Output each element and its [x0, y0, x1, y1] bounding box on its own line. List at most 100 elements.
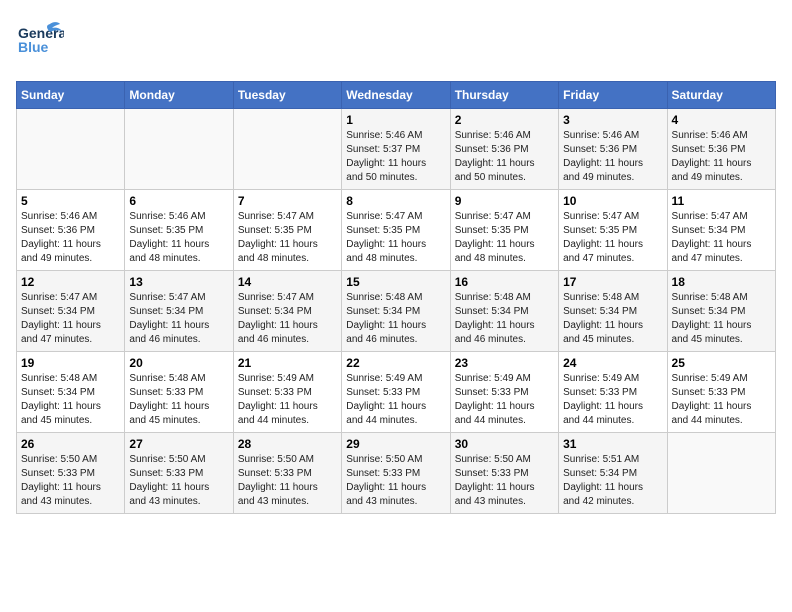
calendar-cell: 16 Sunrise: 5:48 AM Sunset: 5:34 PM Dayli… — [450, 271, 558, 352]
calendar-cell: 6 Sunrise: 5:46 AM Sunset: 5:35 PM Daylig… — [125, 190, 233, 271]
calendar-cell: 3 Sunrise: 5:46 AM Sunset: 5:36 PM Daylig… — [559, 109, 667, 190]
day-info: Sunrise: 5:46 AM Sunset: 5:36 PM Dayligh… — [563, 129, 662, 185]
weekday-header-sunday: Sunday — [17, 82, 125, 109]
calendar-cell — [233, 109, 341, 190]
day-number: 2 — [455, 113, 554, 127]
calendar-cell: 1 Sunrise: 5:46 AM Sunset: 5:37 PM Daylig… — [342, 109, 450, 190]
day-info: Sunrise: 5:46 AM Sunset: 5:35 PM Dayligh… — [129, 210, 228, 266]
calendar-cell — [125, 109, 233, 190]
week-row-1: 1 Sunrise: 5:46 AM Sunset: 5:37 PM Daylig… — [17, 109, 776, 190]
day-info: Sunrise: 5:48 AM Sunset: 5:33 PM Dayligh… — [129, 372, 228, 428]
calendar-cell: 20 Sunrise: 5:48 AM Sunset: 5:33 PM Dayli… — [125, 352, 233, 433]
day-info: Sunrise: 5:46 AM Sunset: 5:36 PM Dayligh… — [455, 129, 554, 185]
day-info: Sunrise: 5:47 AM Sunset: 5:34 PM Dayligh… — [129, 291, 228, 347]
page-header: General Blue — [16, 16, 776, 69]
day-info: Sunrise: 5:49 AM Sunset: 5:33 PM Dayligh… — [672, 372, 771, 428]
day-number: 14 — [238, 275, 337, 289]
calendar-cell: 31 Sunrise: 5:51 AM Sunset: 5:34 PM Dayli… — [559, 433, 667, 514]
day-number: 13 — [129, 275, 228, 289]
calendar-table: SundayMondayTuesdayWednesdayThursdayFrid… — [16, 81, 776, 514]
day-info: Sunrise: 5:46 AM Sunset: 5:36 PM Dayligh… — [672, 129, 771, 185]
weekday-header-monday: Monday — [125, 82, 233, 109]
week-row-4: 19 Sunrise: 5:48 AM Sunset: 5:34 PM Dayli… — [17, 352, 776, 433]
day-info: Sunrise: 5:47 AM Sunset: 5:34 PM Dayligh… — [238, 291, 337, 347]
day-number: 5 — [21, 194, 120, 208]
calendar-cell: 21Sunrise: 5:49 AM Sunset: 5:33 PM Dayli… — [233, 352, 341, 433]
day-info: Sunrise: 5:48 AM Sunset: 5:34 PM Dayligh… — [455, 291, 554, 347]
weekday-header-thursday: Thursday — [450, 82, 558, 109]
day-number: 20 — [129, 356, 228, 370]
day-number: 28 — [238, 437, 337, 451]
day-info: Sunrise: 5:48 AM Sunset: 5:34 PM Dayligh… — [346, 291, 445, 347]
day-number: 6 — [129, 194, 228, 208]
calendar-cell: 12 Sunrise: 5:47 AM Sunset: 5:34 PM Dayli… — [17, 271, 125, 352]
calendar-cell: 23 Sunrise: 5:49 AM Sunset: 5:33 PM Dayli… — [450, 352, 558, 433]
calendar-cell: 13 Sunrise: 5:47 AM Sunset: 5:34 PM Dayli… — [125, 271, 233, 352]
day-info: Sunrise: 5:50 AM Sunset: 5:33 PM Dayligh… — [21, 453, 120, 509]
day-number: 12 — [21, 275, 120, 289]
day-info: Sunrise: 5:46 AM Sunset: 5:36 PM Dayligh… — [21, 210, 120, 266]
calendar-cell: 29Sunrise: 5:50 AM Sunset: 5:33 PM Dayli… — [342, 433, 450, 514]
calendar-cell: 9 Sunrise: 5:47 AM Sunset: 5:35 PM Daylig… — [450, 190, 558, 271]
day-number: 26 — [21, 437, 120, 451]
calendar-cell: 7 Sunrise: 5:47 AM Sunset: 5:35 PM Daylig… — [233, 190, 341, 271]
day-info: Sunrise: 5:49 AM Sunset: 5:33 PM Dayligh… — [455, 372, 554, 428]
day-info: Sunrise: 5:50 AM Sunset: 5:33 PM Dayligh… — [129, 453, 228, 509]
calendar-cell: 22Sunrise: 5:49 AM Sunset: 5:33 PM Dayli… — [342, 352, 450, 433]
day-number: 3 — [563, 113, 662, 127]
calendar-cell: 10Sunrise: 5:47 AM Sunset: 5:35 PM Dayli… — [559, 190, 667, 271]
day-number: 16 — [455, 275, 554, 289]
day-number: 4 — [672, 113, 771, 127]
day-number: 30 — [455, 437, 554, 451]
calendar-cell: 27 Sunrise: 5:50 AM Sunset: 5:33 PM Dayli… — [125, 433, 233, 514]
calendar-cell: 17Sunrise: 5:48 AM Sunset: 5:34 PM Dayli… — [559, 271, 667, 352]
day-number: 27 — [129, 437, 228, 451]
calendar-cell — [667, 433, 775, 514]
day-number: 8 — [346, 194, 445, 208]
day-info: Sunrise: 5:48 AM Sunset: 5:34 PM Dayligh… — [672, 291, 771, 347]
weekday-header-tuesday: Tuesday — [233, 82, 341, 109]
day-number: 17 — [563, 275, 662, 289]
calendar-cell: 11 Sunrise: 5:47 AM Sunset: 5:34 PM Dayli… — [667, 190, 775, 271]
day-info: Sunrise: 5:47 AM Sunset: 5:35 PM Dayligh… — [238, 210, 337, 266]
day-info: Sunrise: 5:47 AM Sunset: 5:34 PM Dayligh… — [21, 291, 120, 347]
day-number: 11 — [672, 194, 771, 208]
day-number: 18 — [672, 275, 771, 289]
day-info: Sunrise: 5:50 AM Sunset: 5:33 PM Dayligh… — [238, 453, 337, 509]
week-row-2: 5 Sunrise: 5:46 AM Sunset: 5:36 PM Daylig… — [17, 190, 776, 271]
week-row-5: 26 Sunrise: 5:50 AM Sunset: 5:33 PM Dayli… — [17, 433, 776, 514]
day-number: 29 — [346, 437, 445, 451]
day-number: 9 — [455, 194, 554, 208]
calendar-cell: 24 Sunrise: 5:49 AM Sunset: 5:33 PM Dayli… — [559, 352, 667, 433]
calendar-body: 1 Sunrise: 5:46 AM Sunset: 5:37 PM Daylig… — [17, 109, 776, 514]
day-info: Sunrise: 5:48 AM Sunset: 5:34 PM Dayligh… — [21, 372, 120, 428]
day-info: Sunrise: 5:49 AM Sunset: 5:33 PM Dayligh… — [346, 372, 445, 428]
day-info: Sunrise: 5:51 AM Sunset: 5:34 PM Dayligh… — [563, 453, 662, 509]
day-number: 24 — [563, 356, 662, 370]
week-row-3: 12 Sunrise: 5:47 AM Sunset: 5:34 PM Dayli… — [17, 271, 776, 352]
calendar-cell: 2 Sunrise: 5:46 AM Sunset: 5:36 PM Daylig… — [450, 109, 558, 190]
day-number: 7 — [238, 194, 337, 208]
day-info: Sunrise: 5:47 AM Sunset: 5:34 PM Dayligh… — [672, 210, 771, 266]
calendar-cell: 26 Sunrise: 5:50 AM Sunset: 5:33 PM Dayli… — [17, 433, 125, 514]
day-number: 23 — [455, 356, 554, 370]
calendar-cell: 28 Sunrise: 5:50 AM Sunset: 5:33 PM Dayli… — [233, 433, 341, 514]
calendar-cell: 14 Sunrise: 5:47 AM Sunset: 5:34 PM Dayli… — [233, 271, 341, 352]
day-number: 21 — [238, 356, 337, 370]
weekday-header-row: SundayMondayTuesdayWednesdayThursdayFrid… — [17, 82, 776, 109]
day-info: Sunrise: 5:49 AM Sunset: 5:33 PM Dayligh… — [563, 372, 662, 428]
day-number: 1 — [346, 113, 445, 127]
svg-text:Blue: Blue — [18, 39, 49, 55]
calendar-cell — [17, 109, 125, 190]
day-info: Sunrise: 5:46 AM Sunset: 5:37 PM Dayligh… — [346, 129, 445, 185]
day-number: 19 — [21, 356, 120, 370]
weekday-header-saturday: Saturday — [667, 82, 775, 109]
calendar-cell: 30Sunrise: 5:50 AM Sunset: 5:33 PM Dayli… — [450, 433, 558, 514]
day-number: 31 — [563, 437, 662, 451]
day-info: Sunrise: 5:47 AM Sunset: 5:35 PM Dayligh… — [455, 210, 554, 266]
calendar-cell: 19 Sunrise: 5:48 AM Sunset: 5:34 PM Dayli… — [17, 352, 125, 433]
calendar-cell: 4 Sunrise: 5:46 AM Sunset: 5:36 PM Daylig… — [667, 109, 775, 190]
day-info: Sunrise: 5:47 AM Sunset: 5:35 PM Dayligh… — [346, 210, 445, 266]
day-number: 10 — [563, 194, 662, 208]
weekday-header-wednesday: Wednesday — [342, 82, 450, 109]
